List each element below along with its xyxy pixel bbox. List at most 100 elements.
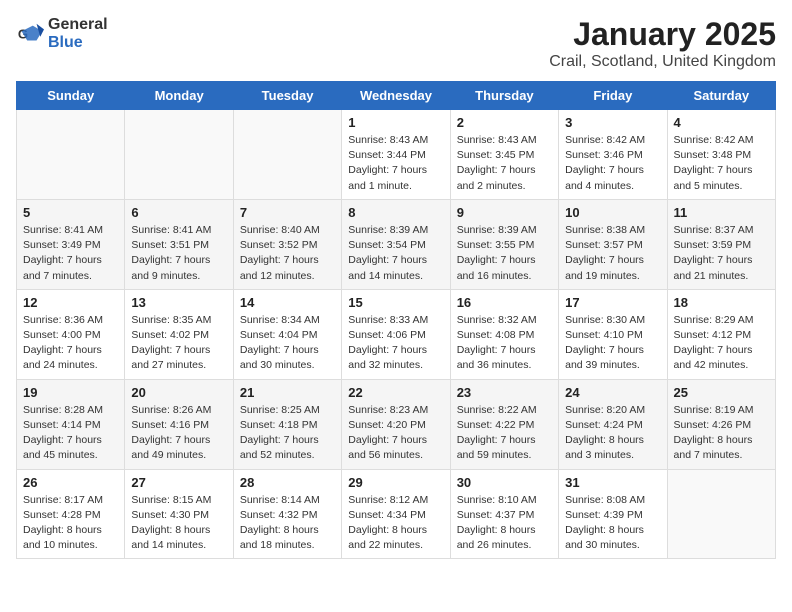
page-title: January 2025 [549,16,776,53]
day-number: 20 [131,385,226,400]
day-info: Sunrise: 8:12 AM Sunset: 4:34 PM Dayligh… [348,493,443,554]
calendar-cell: 18 Sunrise: 8:29 AM Sunset: 4:12 PM Dayli… [667,289,775,379]
day-number: 8 [348,205,443,220]
day-info: Sunrise: 8:42 AM Sunset: 3:48 PM Dayligh… [674,133,769,194]
day-info: Sunrise: 8:20 AM Sunset: 4:24 PM Dayligh… [565,403,660,464]
day-info: Sunrise: 8:33 AM Sunset: 4:06 PM Dayligh… [348,313,443,374]
calendar-cell: 14 Sunrise: 8:34 AM Sunset: 4:04 PM Dayli… [233,289,341,379]
day-number: 10 [565,205,660,220]
calendar-cell: 22 Sunrise: 8:23 AM Sunset: 4:20 PM Dayli… [342,379,450,469]
calendar-cell: 17 Sunrise: 8:30 AM Sunset: 4:10 PM Dayli… [559,289,667,379]
calendar-cell: 15 Sunrise: 8:33 AM Sunset: 4:06 PM Dayli… [342,289,450,379]
day-number: 31 [565,475,660,490]
day-info: Sunrise: 8:32 AM Sunset: 4:08 PM Dayligh… [457,313,552,374]
calendar-week-2: 5 Sunrise: 8:41 AM Sunset: 3:49 PM Daylig… [17,199,776,289]
calendar-cell: 31 Sunrise: 8:08 AM Sunset: 4:39 PM Dayli… [559,469,667,559]
day-number: 16 [457,295,552,310]
calendar-cell: 7 Sunrise: 8:40 AM Sunset: 3:52 PM Daylig… [233,199,341,289]
day-number: 26 [23,475,118,490]
calendar-cell: 2Sunrise: 8:43 AM Sunset: 3:45 PM Daylig… [450,110,558,200]
day-info: Sunrise: 8:29 AM Sunset: 4:12 PM Dayligh… [674,313,769,374]
day-number: 7 [240,205,335,220]
weekday-header-wednesday: Wednesday [342,82,450,110]
calendar-week-3: 12 Sunrise: 8:36 AM Sunset: 4:00 PM Dayli… [17,289,776,379]
day-number: 27 [131,475,226,490]
calendar-cell [233,110,341,200]
calendar-cell: 11 Sunrise: 8:37 AM Sunset: 3:59 PM Dayli… [667,199,775,289]
day-info: Sunrise: 8:28 AM Sunset: 4:14 PM Dayligh… [23,403,118,464]
day-number: 21 [240,385,335,400]
day-number: 3 [565,115,660,130]
day-info: Sunrise: 8:35 AM Sunset: 4:02 PM Dayligh… [131,313,226,374]
calendar-cell: 13 Sunrise: 8:35 AM Sunset: 4:02 PM Dayli… [125,289,233,379]
day-info: Sunrise: 8:25 AM Sunset: 4:18 PM Dayligh… [240,403,335,464]
calendar-cell: 10Sunrise: 8:38 AM Sunset: 3:57 PM Dayli… [559,199,667,289]
day-number: 30 [457,475,552,490]
calendar-cell: 12 Sunrise: 8:36 AM Sunset: 4:00 PM Dayli… [17,289,125,379]
weekday-header-sunday: Sunday [17,82,125,110]
calendar-cell: 24 Sunrise: 8:20 AM Sunset: 4:24 PM Dayli… [559,379,667,469]
day-number: 24 [565,385,660,400]
day-number: 4 [674,115,769,130]
page-subtitle: Crail, Scotland, United Kingdom [549,53,776,71]
day-info: Sunrise: 8:26 AM Sunset: 4:16 PM Dayligh… [131,403,226,464]
day-info: Sunrise: 8:41 AM Sunset: 3:51 PM Dayligh… [131,223,226,284]
day-info: Sunrise: 8:39 AM Sunset: 3:55 PM Dayligh… [457,223,552,284]
calendar-cell: 8 Sunrise: 8:39 AM Sunset: 3:54 PM Daylig… [342,199,450,289]
day-number: 17 [565,295,660,310]
calendar-cell [125,110,233,200]
day-info: Sunrise: 8:23 AM Sunset: 4:20 PM Dayligh… [348,403,443,464]
page-header: G General Blue January 2025 Crail, Scotl… [16,16,776,71]
logo-general: General [48,16,108,33]
day-info: Sunrise: 8:37 AM Sunset: 3:59 PM Dayligh… [674,223,769,284]
weekday-header-row: SundayMondayTuesdayWednesdayThursdayFrid… [17,82,776,110]
day-number: 22 [348,385,443,400]
calendar-cell: 25 Sunrise: 8:19 AM Sunset: 4:26 PM Dayli… [667,379,775,469]
calendar-cell: 20 Sunrise: 8:26 AM Sunset: 4:16 PM Dayli… [125,379,233,469]
day-number: 2 [457,115,552,130]
day-info: Sunrise: 8:40 AM Sunset: 3:52 PM Dayligh… [240,223,335,284]
weekday-header-monday: Monday [125,82,233,110]
day-info: Sunrise: 8:34 AM Sunset: 4:04 PM Dayligh… [240,313,335,374]
day-number: 28 [240,475,335,490]
day-info: Sunrise: 8:08 AM Sunset: 4:39 PM Dayligh… [565,493,660,554]
day-number: 11 [674,205,769,220]
title-block: January 2025 Crail, Scotland, United Kin… [549,16,776,71]
day-info: Sunrise: 8:14 AM Sunset: 4:32 PM Dayligh… [240,493,335,554]
day-number: 12 [23,295,118,310]
calendar-cell: 27Sunrise: 8:15 AM Sunset: 4:30 PM Dayli… [125,469,233,559]
day-number: 25 [674,385,769,400]
day-info: Sunrise: 8:36 AM Sunset: 4:00 PM Dayligh… [23,313,118,374]
calendar-week-4: 19 Sunrise: 8:28 AM Sunset: 4:14 PM Dayli… [17,379,776,469]
calendar-cell: 3 Sunrise: 8:42 AM Sunset: 3:46 PM Daylig… [559,110,667,200]
day-number: 9 [457,205,552,220]
day-number: 18 [674,295,769,310]
weekday-header-saturday: Saturday [667,82,775,110]
weekday-header-thursday: Thursday [450,82,558,110]
day-number: 13 [131,295,226,310]
calendar-cell: 30 Sunrise: 8:10 AM Sunset: 4:37 PM Dayli… [450,469,558,559]
calendar-table: SundayMondayTuesdayWednesdayThursdayFrid… [16,81,776,559]
day-number: 14 [240,295,335,310]
day-info: Sunrise: 8:30 AM Sunset: 4:10 PM Dayligh… [565,313,660,374]
day-number: 15 [348,295,443,310]
calendar-cell: 19 Sunrise: 8:28 AM Sunset: 4:14 PM Dayli… [17,379,125,469]
day-number: 5 [23,205,118,220]
calendar-cell: 5 Sunrise: 8:41 AM Sunset: 3:49 PM Daylig… [17,199,125,289]
day-number: 19 [23,385,118,400]
day-info: Sunrise: 8:19 AM Sunset: 4:26 PM Dayligh… [674,403,769,464]
calendar-cell [17,110,125,200]
day-info: Sunrise: 8:39 AM Sunset: 3:54 PM Dayligh… [348,223,443,284]
day-info: Sunrise: 8:17 AM Sunset: 4:28 PM Dayligh… [23,493,118,554]
day-number: 6 [131,205,226,220]
calendar-cell: 21 Sunrise: 8:25 AM Sunset: 4:18 PM Dayli… [233,379,341,469]
day-info: Sunrise: 8:10 AM Sunset: 4:37 PM Dayligh… [457,493,552,554]
day-info: Sunrise: 8:42 AM Sunset: 3:46 PM Dayligh… [565,133,660,194]
calendar-cell: 26 Sunrise: 8:17 AM Sunset: 4:28 PM Dayli… [17,469,125,559]
calendar-cell: 4 Sunrise: 8:42 AM Sunset: 3:48 PM Daylig… [667,110,775,200]
day-info: Sunrise: 8:43 AM Sunset: 3:44 PM Dayligh… [348,133,443,194]
calendar-cell: 23Sunrise: 8:22 AM Sunset: 4:22 PM Dayli… [450,379,558,469]
day-number: 1 [348,115,443,130]
day-number: 23 [457,385,552,400]
day-info: Sunrise: 8:41 AM Sunset: 3:49 PM Dayligh… [23,223,118,284]
